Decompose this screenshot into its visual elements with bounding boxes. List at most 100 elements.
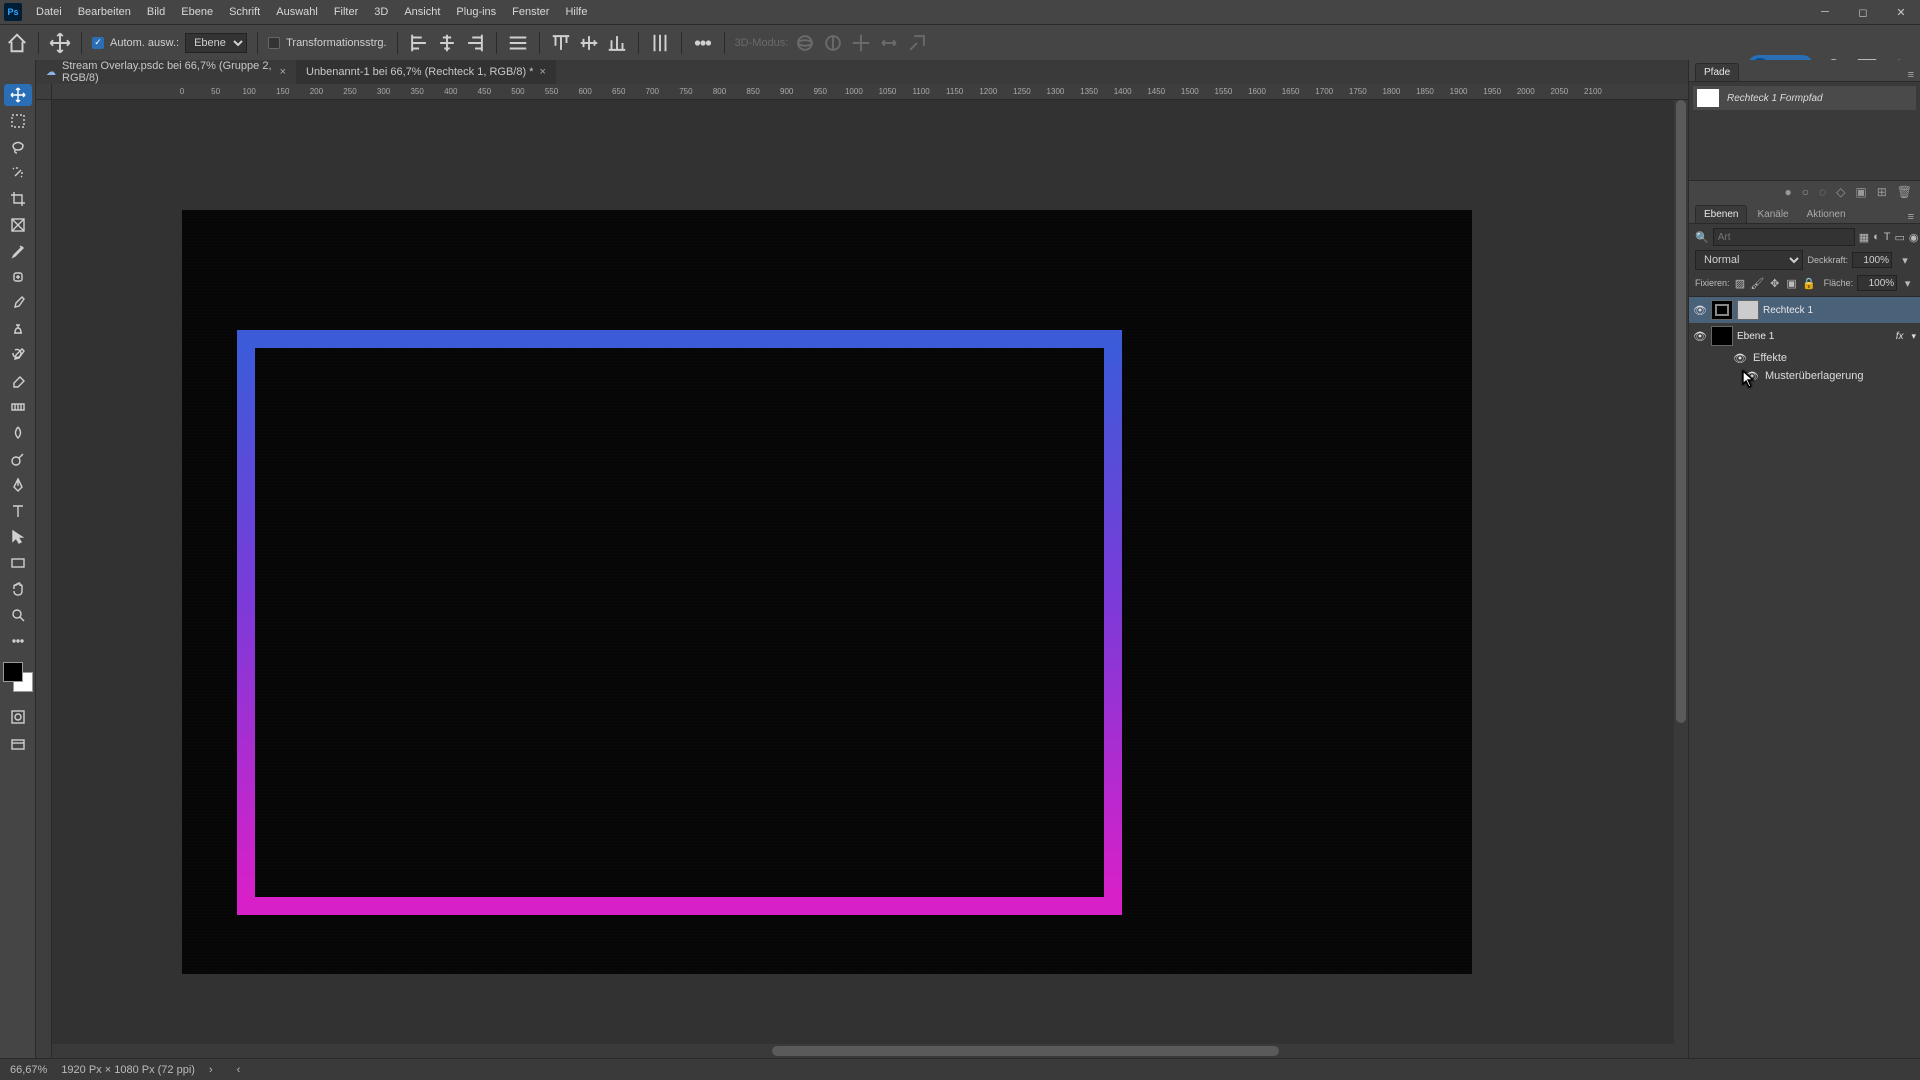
close-tab-button[interactable]: ×	[539, 66, 545, 78]
layer-visibility-toggle[interactable]: 👁	[1693, 330, 1707, 343]
actions-tab[interactable]: Aktionen	[1799, 206, 1854, 223]
effect-visibility-toggle[interactable]: 👁	[1745, 370, 1759, 383]
window-maximize-button[interactable]: ◻	[1844, 0, 1882, 24]
layer-effects-indicator[interactable]: fx	[1896, 331, 1904, 342]
chevron-down-icon[interactable]: ▾	[1896, 251, 1914, 269]
menu-item[interactable]: Bild	[139, 0, 173, 24]
lock-transparency-button[interactable]: ▨	[1734, 274, 1747, 292]
foreground-color-swatch[interactable]	[3, 662, 23, 682]
pen-tool[interactable]	[4, 474, 32, 496]
layer-name[interactable]: Ebene 1	[1737, 331, 1774, 342]
path-selection-tool[interactable]	[4, 526, 32, 548]
more-options-button[interactable]	[692, 32, 714, 54]
delete-path-button[interactable]: 🗑	[1897, 185, 1912, 199]
layers-panel-menu-button[interactable]: ≡	[1908, 211, 1914, 223]
close-tab-button[interactable]: ×	[280, 66, 286, 78]
layer-filter-input[interactable]	[1713, 228, 1855, 246]
zoom-level[interactable]: 66,67%	[10, 1064, 47, 1076]
filter-adjustment-icon[interactable]: ◐	[1873, 228, 1880, 246]
menu-item[interactable]: Hilfe	[557, 0, 595, 24]
clone-stamp-tool[interactable]	[4, 318, 32, 340]
align-left-edges-button[interactable]	[408, 32, 430, 54]
blend-mode-dropdown[interactable]: Normal	[1695, 250, 1803, 270]
align-top-edges-button[interactable]	[550, 32, 572, 54]
menu-item[interactable]: Schrift	[221, 0, 268, 24]
dodge-tool[interactable]	[4, 448, 32, 470]
artboard[interactable]	[182, 210, 1472, 974]
chevron-right-icon[interactable]: ›	[209, 1064, 213, 1076]
chevron-down-icon[interactable]: ▾	[1911, 331, 1916, 342]
quick-mask-button[interactable]	[4, 706, 32, 728]
fill-input[interactable]	[1857, 275, 1897, 291]
healing-brush-tool[interactable]	[4, 266, 32, 288]
menu-item[interactable]: Ansicht	[396, 0, 448, 24]
transform-controls-checkbox[interactable]	[268, 37, 280, 49]
vertical-scrollbar[interactable]	[1674, 100, 1688, 1044]
filter-type-icon[interactable]: T	[1884, 228, 1891, 246]
layer-thumbnail[interactable]	[1711, 300, 1733, 320]
add-mask-button[interactable]: ▣	[1855, 185, 1866, 199]
effect-visibility-toggle[interactable]: 👁	[1733, 352, 1747, 365]
chevron-down-icon[interactable]: ▾	[1901, 274, 1914, 292]
document-tab[interactable]: ☁ Stream Overlay.psdc bei 66,7% (Gruppe …	[36, 60, 296, 84]
align-vertical-centers-button[interactable]	[578, 32, 600, 54]
ruler-origin[interactable]	[36, 84, 52, 100]
horizontal-scrollbar[interactable]	[52, 1044, 1688, 1058]
menu-item[interactable]: Filter	[326, 0, 366, 24]
lasso-tool[interactable]	[4, 136, 32, 158]
zoom-tool[interactable]	[4, 604, 32, 626]
fill-path-button[interactable]: ●	[1784, 185, 1791, 199]
align-horizontal-centers-button[interactable]	[436, 32, 458, 54]
rectangle-shape-layer[interactable]	[237, 330, 1122, 915]
gradient-tool[interactable]	[4, 396, 32, 418]
layer-row[interactable]: 👁 Rechteck 1	[1689, 297, 1920, 323]
paths-panel-menu-button[interactable]: ≡	[1908, 69, 1914, 81]
menu-item[interactable]: Datei	[28, 0, 70, 24]
screen-mode-button[interactable]	[4, 734, 32, 756]
channels-tab[interactable]: Kanäle	[1749, 206, 1796, 223]
layer-effects-header[interactable]: 👁 Effekte	[1689, 349, 1920, 367]
filter-pixel-icon[interactable]: ▦	[1859, 228, 1869, 246]
menu-item[interactable]: 3D	[366, 0, 396, 24]
lock-artboard-button[interactable]: ▣	[1785, 274, 1798, 292]
distribute-horizontal-button[interactable]	[507, 32, 529, 54]
vertical-ruler[interactable]	[36, 100, 52, 1058]
auto-select-checkbox[interactable]: ✓	[92, 37, 104, 49]
history-brush-tool[interactable]	[4, 344, 32, 366]
magic-wand-tool[interactable]	[4, 162, 32, 184]
edit-toolbar-button[interactable]	[4, 630, 32, 652]
distribute-vertical-button[interactable]	[649, 32, 671, 54]
filter-smart-icon[interactable]: ◉	[1909, 228, 1919, 246]
layer-mask-thumbnail[interactable]	[1737, 300, 1759, 320]
menu-item[interactable]: Auswahl	[268, 0, 326, 24]
frame-tool[interactable]	[4, 214, 32, 236]
horizontal-ruler[interactable]: 0501001502002503003504004505005506006507…	[52, 84, 1688, 100]
menu-item[interactable]: Fenster	[504, 0, 557, 24]
move-tool[interactable]	[4, 84, 32, 106]
window-minimize-button[interactable]: ─	[1806, 0, 1844, 24]
brush-tool[interactable]	[4, 292, 32, 314]
document-info[interactable]: 1920 Px × 1080 Px (72 ppi)	[61, 1064, 195, 1076]
layers-tab[interactable]: Ebenen	[1695, 205, 1747, 223]
blur-tool[interactable]	[4, 422, 32, 444]
hand-tool[interactable]	[4, 578, 32, 600]
path-item[interactable]: Rechteck 1 Formpfad	[1693, 86, 1916, 110]
new-path-button[interactable]: ⊞	[1877, 185, 1887, 199]
menu-item[interactable]: Bearbeiten	[70, 0, 139, 24]
lock-position-button[interactable]: ✥	[1768, 274, 1781, 292]
eyedropper-tool[interactable]	[4, 240, 32, 262]
home-button[interactable]	[6, 32, 28, 54]
align-bottom-edges-button[interactable]	[606, 32, 628, 54]
opacity-input[interactable]	[1852, 252, 1892, 268]
color-swatches[interactable]	[3, 662, 33, 692]
menu-item[interactable]: Plug-ins	[448, 0, 504, 24]
eraser-tool[interactable]	[4, 370, 32, 392]
layer-effect-item[interactable]: 👁 Musterüberlagerung	[1689, 367, 1920, 385]
chevron-left-icon[interactable]: ‹	[237, 1064, 241, 1076]
lock-pixels-button[interactable]: 🖌	[1750, 274, 1764, 292]
auto-select-target-dropdown[interactable]: Ebene	[185, 33, 247, 53]
type-tool[interactable]	[4, 500, 32, 522]
marquee-tool[interactable]	[4, 110, 32, 132]
document-tab[interactable]: Unbenannt-1 bei 66,7% (Rechteck 1, RGB/8…	[296, 60, 556, 84]
crop-tool[interactable]	[4, 188, 32, 210]
